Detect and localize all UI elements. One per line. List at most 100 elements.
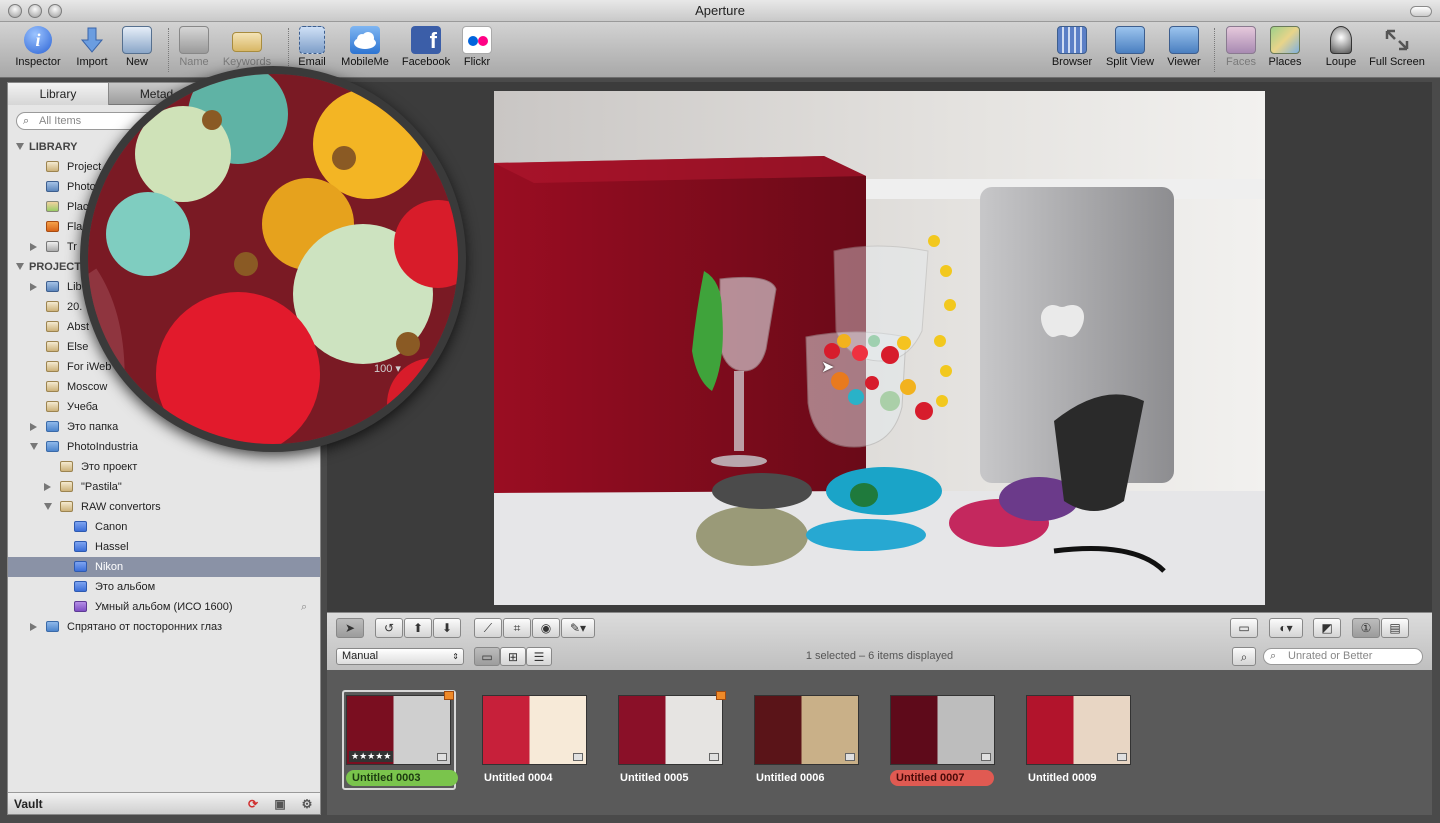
title-bar[interactable]: Aperture bbox=[0, 0, 1440, 22]
crop-tool-button[interactable]: ⌗ bbox=[503, 618, 531, 638]
main-photo[interactable]: ➤ bbox=[494, 91, 1265, 605]
adjusted-badge-icon bbox=[981, 753, 991, 761]
viewer-button[interactable]: Viewer bbox=[1164, 26, 1204, 68]
project-icon bbox=[46, 301, 59, 312]
info-icon: i bbox=[24, 26, 52, 54]
sidebar-item-folder[interactable]: Спрятано от посторонних глаз bbox=[8, 617, 320, 637]
flickr-icon bbox=[462, 26, 492, 54]
disclosure-triangle-icon[interactable] bbox=[16, 263, 24, 270]
tab-library[interactable]: Library bbox=[8, 83, 109, 105]
sidebar-item-album-selected[interactable]: Nikon bbox=[8, 557, 320, 577]
loupe-zoom-level[interactable]: 100 ▾ bbox=[374, 362, 401, 375]
thumbnail-label[interactable]: Untitled 0007 bbox=[890, 770, 994, 786]
thumbnail-image[interactable] bbox=[482, 695, 587, 765]
inspector-button[interactable]: i Inspector bbox=[12, 26, 64, 68]
disclosure-triangle-icon[interactable] bbox=[30, 283, 37, 291]
vault-update-icon[interactable]: ⟳ bbox=[244, 796, 262, 812]
library-icon bbox=[46, 281, 59, 292]
red-eye-tool-button[interactable]: ◉ bbox=[532, 618, 560, 638]
album-icon bbox=[74, 541, 87, 552]
thumbnail-label[interactable]: Untitled 0004 bbox=[478, 770, 590, 786]
disclosure-triangle-icon[interactable] bbox=[16, 143, 24, 150]
sidebar-item-project[interactable]: Это проект bbox=[8, 457, 320, 477]
project-icon bbox=[46, 341, 59, 352]
toolbar-toggle-button[interactable] bbox=[1410, 6, 1432, 17]
vault-bar: Vault ⟳ ▣ ⚙ bbox=[8, 792, 320, 814]
full-screen-button[interactable]: Full Screen bbox=[1366, 26, 1428, 68]
minimize-button[interactable] bbox=[28, 4, 42, 18]
sidebar-item-smart-album[interactable]: Умный альбом (ИСО 1600) ⌕ bbox=[8, 597, 320, 617]
name-button[interactable]: Name bbox=[176, 26, 212, 68]
new-button[interactable]: New bbox=[118, 26, 156, 68]
lift-tool-button[interactable]: ⬆ bbox=[404, 618, 432, 638]
rating-filter-field[interactable]: ⌕ Unrated or Better bbox=[1263, 648, 1423, 665]
mouse-pointer-icon: ➤ bbox=[821, 359, 835, 376]
project-icon bbox=[46, 381, 59, 392]
vault-archive-icon[interactable]: ▣ bbox=[271, 796, 289, 812]
disclosure-triangle-icon[interactable] bbox=[30, 623, 37, 631]
disclosure-triangle-icon[interactable] bbox=[44, 503, 52, 510]
gear-icon[interactable]: ⚙ bbox=[298, 796, 316, 812]
email-button[interactable]: Email bbox=[296, 26, 328, 68]
thumbnail-image[interactable]: ★★★★★ bbox=[346, 695, 451, 765]
thumbnail-image[interactable] bbox=[754, 695, 859, 765]
browser-button[interactable]: Browser bbox=[1050, 26, 1094, 68]
smart-settings-icon[interactable]: ⌕ bbox=[301, 597, 307, 617]
sidebar-item-project[interactable]: RAW convertors bbox=[8, 497, 320, 517]
search-icon: ⌕ bbox=[1270, 650, 1277, 662]
stamp-tool-button[interactable]: ⬇ bbox=[433, 618, 461, 638]
zoom-button[interactable] bbox=[48, 4, 62, 18]
close-button[interactable] bbox=[8, 4, 22, 18]
thumbnail-overlay-button[interactable]: ◩ bbox=[1313, 618, 1341, 638]
show-hud-button[interactable]: ▭ bbox=[1230, 618, 1258, 638]
mobileme-button[interactable]: MobileMe bbox=[338, 26, 392, 68]
disclosure-triangle-icon[interactable] bbox=[30, 443, 38, 450]
query-hud-button[interactable]: ⌕ bbox=[1232, 647, 1256, 666]
straighten-tool-button[interactable]: ⟋ bbox=[474, 618, 502, 638]
flickr-button[interactable]: Flickr bbox=[460, 26, 494, 68]
show-metadata-button[interactable]: ▤ bbox=[1381, 618, 1409, 638]
thumbnail-image[interactable] bbox=[1026, 695, 1131, 765]
control-bar: ➤ ↺ ⬆ ⬇ ⟋ ⌗ ◉ ✎▾ ▭ ◐▾ ◩ ① ▤ Manual ⇕ ▭ ⊞… bbox=[327, 612, 1432, 670]
faces-button[interactable]: Faces bbox=[1222, 26, 1260, 68]
thumbnail-label[interactable]: Untitled 0006 bbox=[750, 770, 862, 786]
list-view-button[interactable]: ☰ bbox=[526, 647, 552, 666]
browser-grid-icon bbox=[1057, 26, 1087, 54]
thumbnail-label[interactable]: Untitled 0009 bbox=[1022, 770, 1134, 786]
import-button[interactable]: Import bbox=[72, 26, 112, 68]
still-life-photo bbox=[494, 91, 1265, 605]
thumbnail-label[interactable]: Untitled 0005 bbox=[614, 770, 726, 786]
rotate-left-button[interactable]: ↺ bbox=[375, 618, 403, 638]
thumbnail-label[interactable]: Untitled 0003 bbox=[346, 770, 458, 786]
adjustment-presets-button[interactable]: ◐▾ bbox=[1269, 618, 1303, 638]
primary-only-button[interactable]: ① bbox=[1352, 618, 1380, 638]
full-screen-arrows-icon bbox=[1382, 26, 1412, 54]
sidebar-item-project[interactable]: "Pastila" bbox=[8, 477, 320, 497]
sidebar-item-album[interactable]: Hassel bbox=[8, 537, 320, 557]
disclosure-triangle-icon[interactable] bbox=[30, 423, 37, 431]
thumbnail-image[interactable] bbox=[890, 695, 995, 765]
adjusted-badge-icon bbox=[1117, 753, 1127, 761]
disclosure-triangle-icon[interactable] bbox=[44, 483, 51, 491]
disclosure-triangle-icon[interactable] bbox=[30, 243, 37, 251]
project-icon bbox=[46, 401, 59, 412]
loupe-button[interactable]: Loupe bbox=[1322, 26, 1360, 68]
sidebar-item-album[interactable]: Canon bbox=[8, 517, 320, 537]
filmstrip-view-button[interactable]: ▭ bbox=[474, 647, 500, 666]
sidebar-item-album[interactable]: Это альбом bbox=[8, 577, 320, 597]
loupe-icon bbox=[1330, 26, 1352, 54]
project-icon bbox=[46, 361, 59, 372]
flag-icon bbox=[46, 221, 59, 232]
facebook-button[interactable]: f Facebook bbox=[400, 26, 452, 68]
places-button[interactable]: Places bbox=[1266, 26, 1304, 68]
new-project-icon bbox=[122, 26, 152, 54]
selection-tool-button[interactable]: ➤ bbox=[336, 618, 364, 638]
split-view-button[interactable]: Split View bbox=[1102, 26, 1158, 68]
thumbnail-image[interactable] bbox=[618, 695, 723, 765]
brush-tool-button[interactable]: ✎▾ bbox=[561, 618, 595, 638]
stepper-arrows-icon: ⇕ bbox=[452, 652, 459, 661]
keywords-button[interactable]: Keywords bbox=[220, 26, 274, 68]
grid-view-button[interactable]: ⊞ bbox=[500, 647, 526, 666]
loupe-magnifier[interactable] bbox=[80, 66, 466, 452]
sort-order-select[interactable]: Manual ⇕ bbox=[336, 648, 464, 665]
